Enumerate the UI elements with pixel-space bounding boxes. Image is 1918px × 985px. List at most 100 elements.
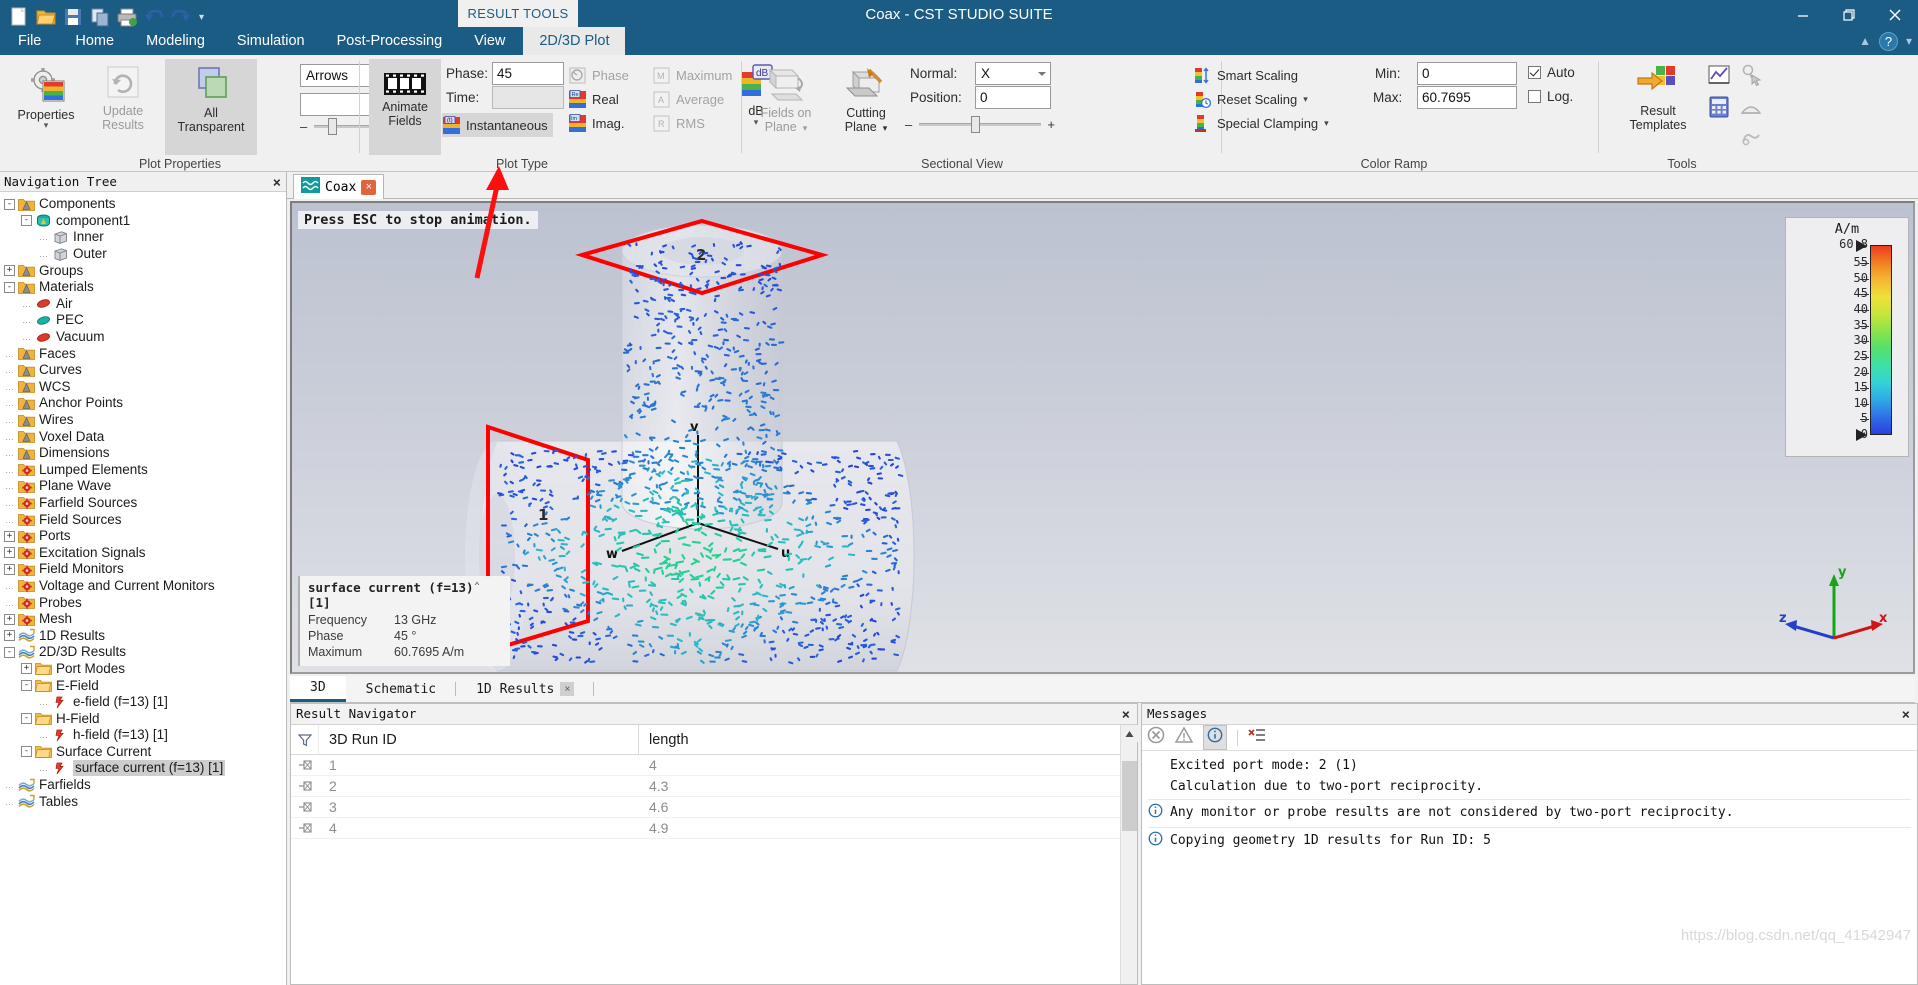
column-header-run-id[interactable]: 3D Run ID	[319, 725, 639, 754]
log-checkbox-row[interactable]: Log.	[1528, 89, 1573, 104]
table-row[interactable]: 4 4.9	[291, 818, 1137, 839]
calculator-icon[interactable]	[1707, 95, 1733, 121]
tree-item-field-monitors[interactable]: + Field Monitors	[0, 561, 286, 578]
tree-item-farfields[interactable]: … Farfields	[0, 777, 286, 794]
properties-button[interactable]: Properties ▾	[8, 59, 84, 130]
tree-item-component1[interactable]: - component1	[0, 213, 286, 230]
tree-item-faces[interactable]: … Faces	[0, 345, 286, 362]
tree-item-surface-current-f-13-1[interactable]: … surface current (f=13) [1]	[0, 760, 286, 777]
tree-item-outer[interactable]: … Outer	[0, 246, 286, 263]
special-clamping-dropdown-icon[interactable]: ▾	[1324, 118, 1329, 129]
collapse-toggle-icon[interactable]: -	[21, 215, 32, 227]
field-info-collapse-icon[interactable]: ⌃	[474, 581, 480, 592]
tree-item-inner[interactable]: … Inner	[0, 229, 286, 246]
messages-body[interactable]: Excited port mode: 2 (1) Calculation due…	[1142, 751, 1917, 853]
bottom-tab-schematic[interactable]: Schematic	[346, 676, 457, 702]
smart-scaling-button[interactable]: Smart Scaling	[1193, 63, 1298, 87]
reset-scaling-button[interactable]: Reset Scaling ▾	[1193, 87, 1308, 111]
tree-item-components[interactable]: - Components	[0, 196, 286, 213]
time-input[interactable]	[492, 86, 564, 109]
update-results-button[interactable]: Update Results	[86, 59, 160, 132]
slider-thumb[interactable]	[328, 117, 337, 135]
warning-filter-icon[interactable]	[1174, 726, 1194, 749]
rms-option[interactable]: R RMS	[652, 111, 705, 135]
tree-item-h-field[interactable]: - H-Field	[0, 710, 286, 727]
tree-item-pec[interactable]: … PEC	[0, 312, 286, 329]
tab-file[interactable]: File	[0, 27, 59, 55]
clear-messages-icon[interactable]	[1248, 726, 1266, 749]
fields-on-plane-dropdown-icon[interactable]: ▾	[800, 123, 808, 133]
tree-item-wires[interactable]: … Wires	[0, 412, 286, 429]
tree-item-voxel-data[interactable]: … Voxel Data	[0, 428, 286, 445]
average-option[interactable]: A Average	[652, 87, 724, 111]
scroll-up-icon[interactable]	[1121, 725, 1138, 742]
instantaneous-button[interactable]: (t) Instantaneous	[442, 113, 553, 137]
tree-item-curves[interactable]: … Curves	[0, 362, 286, 379]
collapse-toggle-icon[interactable]: -	[4, 198, 15, 210]
tree-item-mesh[interactable]: + Mesh	[0, 611, 286, 628]
cutting-plane-dropdown-icon[interactable]: ▾	[880, 123, 888, 133]
reset-scaling-dropdown-icon[interactable]: ▾	[1303, 94, 1308, 105]
collapse-toggle-icon[interactable]: -	[21, 680, 32, 692]
normal-combo[interactable]: X	[975, 62, 1051, 85]
tree-item-h-field-f-13-1[interactable]: … h-field (f=13) [1]	[0, 727, 286, 744]
tree-item-ports[interactable]: + Ports	[0, 528, 286, 545]
help-icon[interactable]: ?	[1878, 31, 1898, 51]
messages-close-icon[interactable]: ×	[1902, 705, 1910, 725]
tree-item-2d-3d-results[interactable]: - 2D/3D Results	[0, 644, 286, 661]
document-tab-coax[interactable]: Coax ×	[293, 174, 385, 199]
tree-item-surface-current[interactable]: - Surface Current	[0, 744, 286, 761]
tree-item-probes[interactable]: … Probes	[0, 594, 286, 611]
result-navigator-close-icon[interactable]: ×	[1122, 705, 1130, 725]
maximum-option[interactable]: M Maximum	[652, 63, 732, 87]
tab-simulation[interactable]: Simulation	[221, 27, 321, 55]
macro-icon[interactable]	[1739, 125, 1765, 151]
tree-item-voltage-and-current-monitors[interactable]: … Voltage and Current Monitors	[0, 578, 286, 595]
slider-thumb[interactable]	[971, 115, 980, 133]
tree-item-dimensions[interactable]: … Dimensions	[0, 445, 286, 462]
tree-item-tables[interactable]: … Tables	[0, 793, 286, 810]
tree-item-plane-wave[interactable]: … Plane Wave	[0, 478, 286, 495]
expand-toggle-icon[interactable]: +	[4, 563, 15, 575]
curve-chart-icon[interactable]	[1707, 63, 1733, 89]
result-navigator-scrollbar[interactable]	[1120, 725, 1138, 984]
tree-item-field-sources[interactable]: … Field Sources	[0, 511, 286, 528]
all-transparent-button[interactable]: All Transparent	[165, 59, 257, 155]
real-option[interactable]: Re Real	[568, 87, 619, 111]
cutting-plane-button[interactable]: Cutting Plane ▾	[828, 59, 904, 135]
tree-item-groups[interactable]: + Groups	[0, 262, 286, 279]
tree-item-wcs[interactable]: … WCS	[0, 379, 286, 396]
phase-option[interactable]: Phase	[568, 63, 629, 87]
expand-toggle-icon[interactable]: +	[4, 613, 15, 625]
tree-item-e-field[interactable]: - E-Field	[0, 677, 286, 694]
table-row[interactable]: 3 4.6	[291, 797, 1137, 818]
expand-toggle-icon[interactable]: +	[4, 530, 15, 542]
measure-icon[interactable]	[1739, 95, 1765, 121]
pick-point-icon[interactable]	[1739, 63, 1765, 89]
collapse-toggle-icon[interactable]: -	[4, 646, 15, 658]
row-handle-icon[interactable]	[291, 781, 319, 791]
tree-item-port-modes[interactable]: + Port Modes	[0, 661, 286, 678]
imag-option[interactable]: Im Imag.	[568, 111, 625, 135]
collapse-toggle-icon[interactable]: -	[4, 281, 15, 293]
tab-home[interactable]: Home	[59, 27, 130, 55]
expand-toggle-icon[interactable]: +	[4, 265, 15, 277]
position-input[interactable]: 0	[975, 86, 1051, 109]
animate-fields-button[interactable]: Animate Fields	[369, 59, 441, 155]
document-tab-close-icon[interactable]: ×	[361, 179, 377, 195]
fields-on-plane-button[interactable]: Fields on Plane ▾	[746, 59, 826, 135]
tree-item-materials[interactable]: - Materials	[0, 279, 286, 296]
error-filter-icon[interactable]	[1147, 726, 1165, 749]
tab-view[interactable]: View	[458, 27, 521, 55]
info-filter-icon[interactable]	[1203, 725, 1227, 750]
bottom-tab-1d-results[interactable]: 1D Results ×	[456, 676, 595, 702]
tree-item-e-field-f-13-1[interactable]: … e-field (f=13) [1]	[0, 694, 286, 711]
expand-toggle-icon[interactable]: +	[4, 630, 15, 642]
tree-item-lumped-elements[interactable]: … Lumped Elements	[0, 462, 286, 479]
chevron-down-icon[interactable]	[1038, 72, 1046, 76]
log-checkbox[interactable]	[1528, 90, 1541, 103]
special-clamping-button[interactable]: Special Clamping ▾	[1193, 111, 1329, 135]
row-handle-icon[interactable]	[291, 823, 319, 833]
help-dropdown-icon[interactable]: ▾	[1906, 34, 1912, 48]
tree-item-1d-results[interactable]: +1D Results	[0, 627, 286, 644]
